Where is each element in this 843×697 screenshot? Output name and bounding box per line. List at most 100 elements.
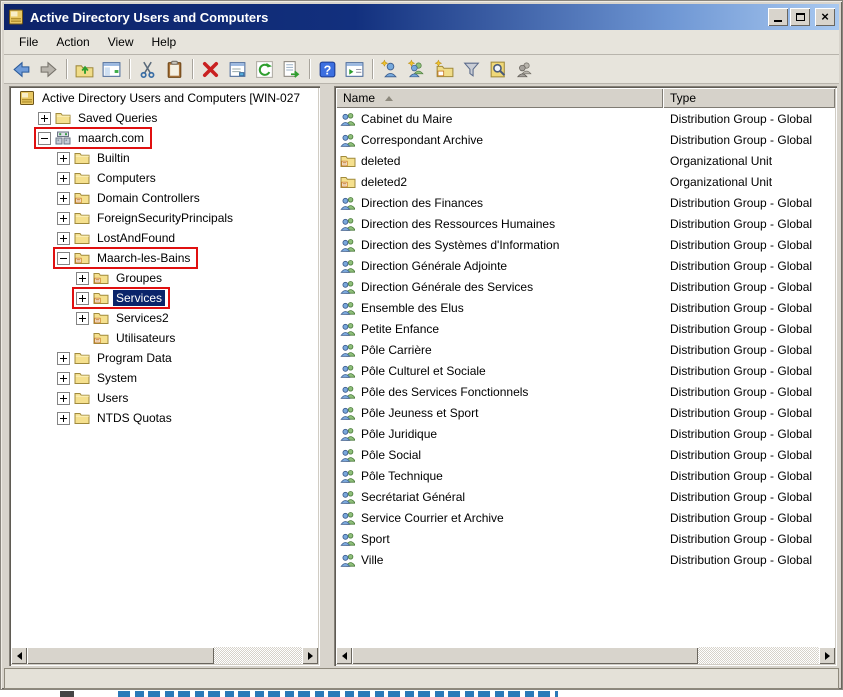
scrollbar-thumb[interactable] [27, 647, 214, 664]
new-organizational-unit-button[interactable] [432, 57, 457, 82]
tree-item-domain-controllers[interactable]: Domain Controllers [11, 188, 318, 208]
expand-icon[interactable] [76, 292, 89, 305]
group-members-button[interactable] [513, 57, 538, 82]
tree-item-label[interactable]: Utilisateurs [113, 330, 178, 346]
expand-icon[interactable] [57, 352, 70, 365]
export-list-button[interactable] [279, 57, 304, 82]
scroll-left-button[interactable] [11, 647, 27, 664]
scrollbar-thumb[interactable] [352, 647, 698, 664]
new-user-button[interactable] [378, 57, 403, 82]
filter-button[interactable] [459, 57, 484, 82]
tree-item-label[interactable]: NTDS Quotas [94, 410, 175, 426]
maximize-button[interactable] [790, 8, 810, 26]
tree-item-services2[interactable]: Services2 [11, 308, 318, 328]
menu-view[interactable]: View [99, 32, 143, 52]
table-row[interactable]: Pôle JuridiqueDistribution Group - Globa… [336, 423, 835, 444]
table-row[interactable]: Correspondant ArchiveDistribution Group … [336, 129, 835, 150]
tree-item-computers[interactable]: Computers [11, 168, 318, 188]
forward-button[interactable] [36, 57, 61, 82]
show-console-tree-button[interactable] [99, 57, 124, 82]
expand-icon[interactable] [57, 372, 70, 385]
table-row[interactable]: Direction des FinancesDistribution Group… [336, 192, 835, 213]
table-row[interactable]: Service Courrier et ArchiveDistribution … [336, 507, 835, 528]
minimize-button[interactable] [768, 8, 788, 26]
tree-item-label[interactable]: Program Data [94, 350, 175, 366]
expand-icon[interactable] [57, 392, 70, 405]
up-one-level-button[interactable] [72, 57, 97, 82]
tree-item-label[interactable]: ForeignSecurityPrincipals [94, 210, 236, 226]
collapse-icon[interactable] [57, 252, 70, 265]
column-header-name[interactable]: Name [336, 88, 663, 108]
tree-item-utilisateurs[interactable]: Utilisateurs [11, 328, 318, 348]
tree-item-maarch-les-bains[interactable]: Maarch-les-Bains [11, 248, 318, 268]
properties-button[interactable] [225, 57, 250, 82]
tree-item-lostandfound[interactable]: LostAndFound [11, 228, 318, 248]
expand-icon[interactable] [57, 172, 70, 185]
table-row[interactable]: Direction des Systèmes d'InformationDist… [336, 234, 835, 255]
tree-item-label[interactable]: Domain Controllers [94, 190, 203, 206]
paste-button[interactable] [162, 57, 187, 82]
scroll-right-button[interactable] [302, 647, 318, 664]
tree-item-label[interactable]: Maarch-les-Bains [94, 250, 193, 266]
find-button[interactable] [486, 57, 511, 82]
expand-icon[interactable] [76, 272, 89, 285]
tree-item-foreignsecurityprincipals[interactable]: ForeignSecurityPrincipals [11, 208, 318, 228]
expand-icon[interactable] [38, 112, 51, 125]
scroll-right-button[interactable] [819, 647, 835, 664]
tree-item-label[interactable]: Active Directory Users and Computers [WI… [39, 90, 303, 106]
expand-icon[interactable] [57, 192, 70, 205]
tree-item-saved-queries[interactable]: Saved Queries [11, 108, 318, 128]
tree-item-builtin[interactable]: Builtin [11, 148, 318, 168]
tree-item-users[interactable]: Users [11, 388, 318, 408]
tree-item-services[interactable]: Services [11, 288, 318, 308]
table-row[interactable]: Pôle Culturel et SocialeDistribution Gro… [336, 360, 835, 381]
expand-icon[interactable] [76, 312, 89, 325]
menu-action[interactable]: Action [47, 32, 98, 52]
table-row[interactable]: Pôle SocialDistribution Group - Global [336, 444, 835, 465]
tree-item-label[interactable]: Builtin [94, 150, 133, 166]
scroll-left-button[interactable] [336, 647, 352, 664]
show-action-pane-button[interactable] [342, 57, 367, 82]
column-header-type[interactable]: Type [663, 88, 835, 108]
tree-item-ntds-quotas[interactable]: NTDS Quotas [11, 408, 318, 428]
table-row[interactable]: Ensemble des ElusDistribution Group - Gl… [336, 297, 835, 318]
tree-item-groupes[interactable]: Groupes [11, 268, 318, 288]
expand-icon[interactable] [57, 412, 70, 425]
tree-horizontal-scrollbar[interactable] [11, 647, 318, 664]
table-row[interactable]: Pôle CarrièreDistribution Group - Global [336, 339, 835, 360]
refresh-button[interactable] [252, 57, 277, 82]
scrollbar-track[interactable] [352, 647, 819, 664]
table-row[interactable]: deletedOrganizational Unit [336, 150, 835, 171]
table-row[interactable]: VilleDistribution Group - Global [336, 549, 835, 570]
tree-item-label[interactable]: LostAndFound [94, 230, 178, 246]
tree-item-label[interactable]: maarch.com [75, 130, 147, 146]
tree-item-label[interactable]: Groupes [113, 270, 165, 286]
title-bar[interactable]: Active Directory Users and Computers × [4, 4, 839, 30]
table-row[interactable]: Direction Générale des ServicesDistribut… [336, 276, 835, 297]
list-horizontal-scrollbar[interactable] [336, 647, 835, 664]
tree-item-label[interactable]: System [94, 370, 140, 386]
tree-item-label[interactable]: Computers [94, 170, 159, 186]
table-row[interactable]: Petite EnfanceDistribution Group - Globa… [336, 318, 835, 339]
tree-item-system[interactable]: System [11, 368, 318, 388]
tree-item-label[interactable]: Services [113, 290, 165, 306]
table-row[interactable]: deleted2Organizational Unit [336, 171, 835, 192]
expand-icon[interactable] [57, 212, 70, 225]
close-button[interactable]: × [815, 8, 835, 26]
menu-file[interactable]: File [10, 32, 47, 52]
table-row[interactable]: Pôle TechniqueDistribution Group - Globa… [336, 465, 835, 486]
table-row[interactable]: Secrétariat GénéralDistribution Group - … [336, 486, 835, 507]
scrollbar-track[interactable] [27, 647, 302, 664]
back-button[interactable] [9, 57, 34, 82]
expand-icon[interactable] [57, 232, 70, 245]
new-group-button[interactable] [405, 57, 430, 82]
table-row[interactable]: Pôle des Services FonctionnelsDistributi… [336, 381, 835, 402]
table-row[interactable]: SportDistribution Group - Global [336, 528, 835, 549]
cut-button[interactable] [135, 57, 160, 82]
help-button[interactable]: ? [315, 57, 340, 82]
table-row[interactable]: Direction des Ressources HumainesDistrib… [336, 213, 835, 234]
menu-help[interactable]: Help [143, 32, 186, 52]
tree-item-label[interactable]: Services2 [113, 310, 172, 326]
tree-item-program-data[interactable]: Program Data [11, 348, 318, 368]
expand-icon[interactable] [57, 152, 70, 165]
